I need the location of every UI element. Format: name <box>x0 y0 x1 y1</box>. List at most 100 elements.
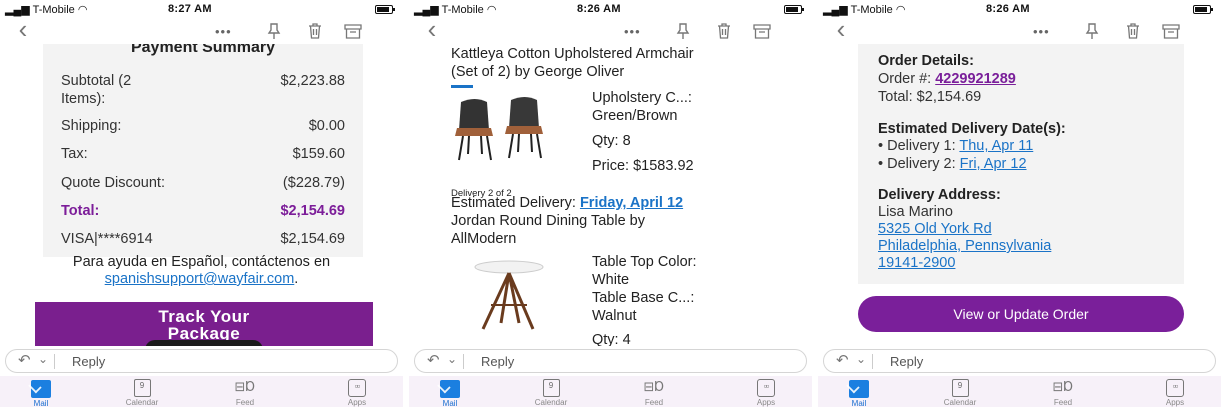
bottom-tab-bar: Mail 9 Calendar ⊟Ɒ Feed ▫▫ Apps <box>0 376 403 407</box>
tab-calendar[interactable]: 9 Calendar <box>107 377 177 407</box>
apps-icon: ▫▫ <box>757 379 775 397</box>
visa-value: $2,154.69 <box>280 231 345 247</box>
message-toolbar: ‹ ••• <box>818 14 1221 44</box>
order-details-heading: Order Details: <box>878 53 974 69</box>
total-label: Total: <box>61 203 100 219</box>
more-icon[interactable]: ••• <box>1033 18 1050 44</box>
more-icon[interactable]: ••• <box>624 18 641 44</box>
reply-divider <box>872 354 873 369</box>
promo-line1: Track Your <box>158 307 250 326</box>
spanish-support-email-link[interactable]: spanishsupport@wayfair.com <box>105 271 295 287</box>
apps-icon: ▫▫ <box>348 379 366 397</box>
track-package-banner[interactable]: Track Your Package <box>35 302 373 346</box>
reply-bar[interactable]: ↶ ⌄ Reply <box>5 349 398 373</box>
chevron-down-icon[interactable]: ⌄ <box>447 352 457 366</box>
spanish-help-text: Para ayuda en Español, contáctenos en <box>72 254 331 270</box>
reply-bar[interactable]: ↶ ⌄ Reply <box>414 349 807 373</box>
total-value: $2,154.69 <box>280 203 345 219</box>
archive-icon[interactable] <box>752 18 772 44</box>
calendar-icon: 9 <box>951 379 969 397</box>
item1-qty: Qty: 8 <box>592 133 631 149</box>
tab-feed[interactable]: ⊟Ɒ Feed <box>619 377 689 407</box>
order-number-link[interactable]: 4229921289 <box>935 71 1016 87</box>
more-icon[interactable]: ••• <box>215 18 232 44</box>
item2-title-line2: AllModern <box>451 231 517 247</box>
tab-mail[interactable]: Mail <box>824 377 894 407</box>
message-body: Kattleya Cotton Upholstered Armchair (Se… <box>409 44 812 346</box>
item1-link-underline <box>451 85 473 88</box>
spanish-help-line2: spanishsupport@wayfair.com. <box>104 271 299 287</box>
item2-attr2-label: Table Base C...: <box>592 290 695 306</box>
carrier-label: ▂▄▆ T-Mobile ◠ <box>414 4 497 16</box>
chevron-left-icon[interactable]: ‹ <box>830 14 852 44</box>
pin-icon[interactable] <box>675 18 691 44</box>
reply-label: Reply <box>890 354 924 369</box>
item1-title-line1: Kattleya Cotton Upholstered Armchair <box>451 46 694 62</box>
bottom-tab-bar: Mail 9 Calendar ⊟Ɒ Feed ▫▫ Apps <box>409 376 812 407</box>
wifi-icon: ◠ <box>77 4 88 16</box>
tab-mail[interactable]: Mail <box>6 377 76 407</box>
view-update-order-button[interactable]: View or Update Order <box>858 296 1184 332</box>
delivery-dates-heading: Estimated Delivery Date(s): <box>878 121 1066 137</box>
estimated-delivery-line: Estimated Delivery: Friday, April 12 <box>451 195 684 211</box>
trash-icon[interactable] <box>715 18 733 44</box>
archive-icon[interactable] <box>343 18 363 44</box>
order-details-card: Order Details: Order #: 4229921289 Total… <box>858 44 1184 284</box>
chevron-down-icon[interactable]: ⌄ <box>38 352 48 366</box>
tab-mail[interactable]: Mail <box>415 377 485 407</box>
address-line1-link[interactable]: 5325 Old York Rd <box>878 221 992 237</box>
reply-arrow-icon: ↶ <box>836 352 849 369</box>
reply-label: Reply <box>481 354 515 369</box>
reply-arrow-icon: ↶ <box>427 352 440 369</box>
mail-icon <box>31 380 51 398</box>
delivery2-line: • Delivery 2: Fri, Apr 12 <box>878 156 1027 172</box>
item1-price: Price: $1583.92 <box>592 158 694 174</box>
dining-table-product-image[interactable] <box>461 257 561 342</box>
tax-label: Tax: <box>61 146 88 162</box>
item2-attr2-value: Walnut <box>592 308 637 324</box>
delivery2-date-link[interactable]: Fri, Apr 12 <box>960 156 1027 172</box>
chevron-left-icon[interactable]: ‹ <box>421 14 443 44</box>
quote-discount-label: Quote Discount: <box>61 175 165 191</box>
trash-icon[interactable] <box>1124 18 1142 44</box>
subtotal-label-line2: Items): <box>61 91 106 107</box>
item2-title-line1: Jordan Round Dining Table by <box>451 213 646 229</box>
tab-apps[interactable]: ▫▫ Apps <box>1140 377 1210 407</box>
pin-icon[interactable] <box>266 18 282 44</box>
archive-icon[interactable] <box>1161 18 1181 44</box>
phone-screen-order-details: ▂▄▆ T-Mobile ◠ 8:26 AM ‹ ••• Order Detai… <box>818 0 1221 407</box>
tab-calendar[interactable]: 9 Calendar <box>516 377 586 407</box>
visa-label: VISA|****6914 <box>61 231 153 247</box>
estimated-delivery-date-link[interactable]: Friday, April 12 <box>580 195 683 211</box>
tab-feed[interactable]: ⊟Ɒ Feed <box>210 377 280 407</box>
trash-icon[interactable] <box>306 18 324 44</box>
pin-icon[interactable] <box>1084 18 1100 44</box>
chevron-left-icon[interactable]: ‹ <box>12 14 34 44</box>
payment-summary-heading: Payment Summary <box>130 44 276 56</box>
tab-apps[interactable]: ▫▫ Apps <box>731 377 801 407</box>
message-body: Payment Summary Subtotal (2 Items): $2,2… <box>0 44 403 346</box>
status-bar: ▂▄▆ T-Mobile ◠ 8:26 AM <box>818 0 1221 18</box>
item1-attr-label: Upholstery C...: <box>592 90 692 106</box>
payment-summary-card: Payment Summary Subtotal (2 Items): $2,2… <box>43 44 363 257</box>
mail-icon <box>849 380 869 398</box>
armchair-product-image[interactable] <box>453 94 583 169</box>
battery-icon <box>1193 5 1213 14</box>
shipping-label: Shipping: <box>61 118 122 134</box>
status-bar: ▂▄▆ T-Mobile ◠ 8:27 AM <box>0 0 403 18</box>
item2-attr1-value: White <box>592 272 630 288</box>
wifi-icon: ◠ <box>895 4 906 16</box>
tab-calendar[interactable]: 9 Calendar <box>925 377 995 407</box>
battery-icon <box>784 5 804 14</box>
address-line2-link[interactable]: Philadelphia, Pennsylvania <box>878 238 1051 254</box>
tab-apps[interactable]: ▫▫ Apps <box>322 377 392 407</box>
bottom-tab-bar: Mail 9 Calendar ⊟Ɒ Feed ▫▫ Apps <box>818 376 1221 407</box>
delivery1-date-link[interactable]: Thu, Apr 11 <box>959 138 1033 154</box>
message-toolbar: ‹ ••• <box>0 14 403 44</box>
tab-feed[interactable]: ⊟Ɒ Feed <box>1028 377 1098 407</box>
feed-icon: ⊟Ɒ <box>1052 379 1074 394</box>
chevron-down-icon[interactable]: ⌄ <box>856 352 866 366</box>
order-number-line: Order #: 4229921289 <box>878 71 1016 87</box>
address-line3-link[interactable]: 19141-2900 <box>878 255 955 271</box>
reply-bar[interactable]: ↶ ⌄ Reply <box>823 349 1216 373</box>
